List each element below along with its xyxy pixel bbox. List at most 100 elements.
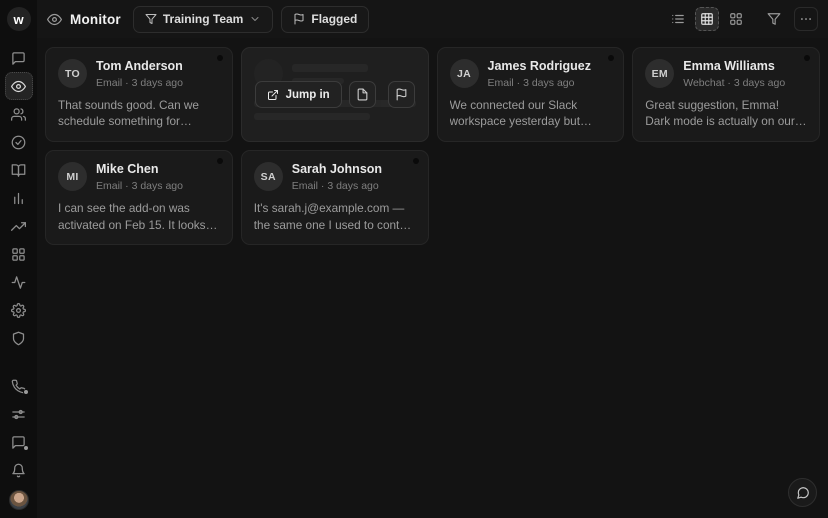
- message-preview: We connected our Slack workspace yesterd…: [450, 97, 612, 131]
- team-filter-label: Training Team: [163, 12, 243, 26]
- sidebar-item-activity[interactable]: [5, 268, 33, 296]
- conversation-card-hovered[interactable]: Jump in: [241, 47, 429, 142]
- external-link-icon: [267, 89, 279, 101]
- avatar: JA: [450, 59, 479, 88]
- shield-icon: [11, 331, 26, 346]
- sidebar-item-trends[interactable]: [5, 212, 33, 240]
- card-header: MI Mike Chen Email · 3 days ago: [58, 162, 220, 192]
- channel-time-meta: Email · 3 days ago: [292, 180, 382, 192]
- sidebar-item-security[interactable]: [5, 324, 33, 352]
- sidebar-item-messages[interactable]: [5, 428, 33, 456]
- sidebar-item-tasks[interactable]: [5, 128, 33, 156]
- avatar: SA: [254, 162, 283, 191]
- avatar: TO: [58, 59, 87, 88]
- check-circle-icon: [11, 135, 26, 150]
- conversation-card-james-rodriguez[interactable]: JA James Rodriguez Email · 3 days ago We…: [437, 47, 625, 142]
- sidebar-item-settings[interactable]: [5, 296, 33, 324]
- table-view-button[interactable]: [695, 7, 719, 31]
- status-dot: [804, 55, 810, 61]
- gear-icon: [11, 303, 26, 318]
- sliders-icon: [11, 407, 26, 422]
- message-circle-icon: [796, 486, 810, 500]
- channel-time-meta: Email · 3 days ago: [96, 77, 183, 89]
- avatar-initials: EM: [652, 68, 668, 80]
- book-open-icon: [11, 163, 26, 178]
- flagged-filter-button[interactable]: Flagged: [281, 6, 369, 33]
- funnel-icon: [145, 13, 157, 25]
- more-options-button[interactable]: [794, 7, 818, 31]
- channel-time-meta: Webchat · 3 days ago: [683, 77, 785, 89]
- page-title: Monitor: [70, 12, 121, 27]
- avatar-initials: TO: [65, 68, 80, 80]
- sidebar-item-preferences[interactable]: [5, 400, 33, 428]
- avatar: EM: [645, 59, 674, 88]
- layout-grid-icon: [729, 12, 743, 26]
- conversation-card-emma-williams[interactable]: EM Emma Williams Webchat · 3 days ago Gr…: [632, 47, 820, 142]
- sidebar: w: [0, 0, 37, 518]
- message-preview: I can see the add-on was activated on Fe…: [58, 200, 220, 234]
- users-icon: [11, 107, 26, 122]
- sidebar-item-contacts[interactable]: [5, 100, 33, 128]
- avatar-initials: JA: [457, 68, 471, 80]
- message-preview: Great suggestion, Emma! Dark mode is act…: [645, 97, 807, 131]
- messenger-launcher-button[interactable]: [788, 478, 817, 507]
- activity-icon: [11, 275, 26, 290]
- contact-name: Mike Chen: [96, 162, 183, 178]
- team-filter-button[interactable]: Training Team: [133, 6, 273, 33]
- sidebar-item-apps[interactable]: [5, 240, 33, 268]
- avatar: MI: [58, 162, 87, 191]
- main-column: Monitor Training Team Flagged: [37, 0, 828, 518]
- list-icon: [671, 12, 685, 26]
- sidebar-item-notifications[interactable]: [5, 456, 33, 484]
- status-dot: [217, 55, 223, 61]
- file-icon: [356, 88, 369, 101]
- sidebar-item-reports[interactable]: [5, 184, 33, 212]
- bar-chart-icon: [11, 191, 26, 206]
- jump-in-label: Jump in: [286, 89, 330, 101]
- jump-in-button[interactable]: Jump in: [255, 81, 342, 108]
- conversation-card-tom-anderson[interactable]: TO Tom Anderson Email · 3 days ago That …: [45, 47, 233, 142]
- message-square-icon: [11, 435, 26, 450]
- sidebar-item-calls[interactable]: [5, 372, 33, 400]
- conversation-card-sarah-johnson[interactable]: SA Sarah Johnson Email · 3 days ago It's…: [241, 150, 429, 245]
- grid-view-button[interactable]: [724, 7, 748, 31]
- sidebar-nav: [5, 44, 33, 352]
- contact-name: Tom Anderson: [96, 59, 183, 75]
- card-hover-actions: Jump in: [242, 48, 428, 141]
- conversation-card-mike-chen[interactable]: MI Mike Chen Email · 3 days ago I can se…: [45, 150, 233, 245]
- contact-name: Sarah Johnson: [292, 162, 382, 178]
- grid-icon: [11, 247, 26, 262]
- user-avatar[interactable]: [9, 490, 29, 510]
- message-preview: It's sarah.j@example.com — the same one …: [254, 200, 416, 234]
- sidebar-item-monitor[interactable]: [5, 72, 33, 100]
- bell-icon: [11, 463, 26, 478]
- avatar-initials: MI: [66, 171, 78, 183]
- message-square-icon: [11, 51, 26, 66]
- table-icon: [700, 12, 714, 26]
- sidebar-item-conversations[interactable]: [5, 44, 33, 72]
- sidebar-bottom: [5, 372, 33, 518]
- filter-button[interactable]: [762, 7, 786, 31]
- flag-conversation-button[interactable]: [388, 81, 415, 108]
- topbar: Monitor Training Team Flagged: [37, 0, 828, 38]
- message-preview: That sounds good. Can we schedule someth…: [58, 97, 220, 131]
- card-header: SA Sarah Johnson Email · 3 days ago: [254, 162, 416, 192]
- monitor-eye-icon: [47, 12, 62, 27]
- list-view-button[interactable]: [666, 7, 690, 31]
- card-header: EM Emma Williams Webchat · 3 days ago: [645, 59, 807, 89]
- more-horizontal-icon: [799, 12, 813, 26]
- flag-icon: [293, 13, 305, 25]
- copy-transcript-button[interactable]: [349, 81, 376, 108]
- trending-up-icon: [11, 219, 26, 234]
- app-logo[interactable]: w: [0, 0, 37, 38]
- flag-icon: [395, 88, 408, 101]
- channel-time-meta: Email · 3 days ago: [96, 180, 183, 192]
- chevron-down-icon: [249, 13, 261, 25]
- status-dot: [608, 55, 614, 61]
- avatar-initials: SA: [261, 171, 276, 183]
- channel-time-meta: Email · 3 days ago: [488, 77, 592, 89]
- sidebar-item-knowledge[interactable]: [5, 156, 33, 184]
- view-toggle-group: [666, 7, 748, 31]
- funnel-icon: [767, 12, 781, 26]
- flagged-filter-label: Flagged: [311, 12, 357, 26]
